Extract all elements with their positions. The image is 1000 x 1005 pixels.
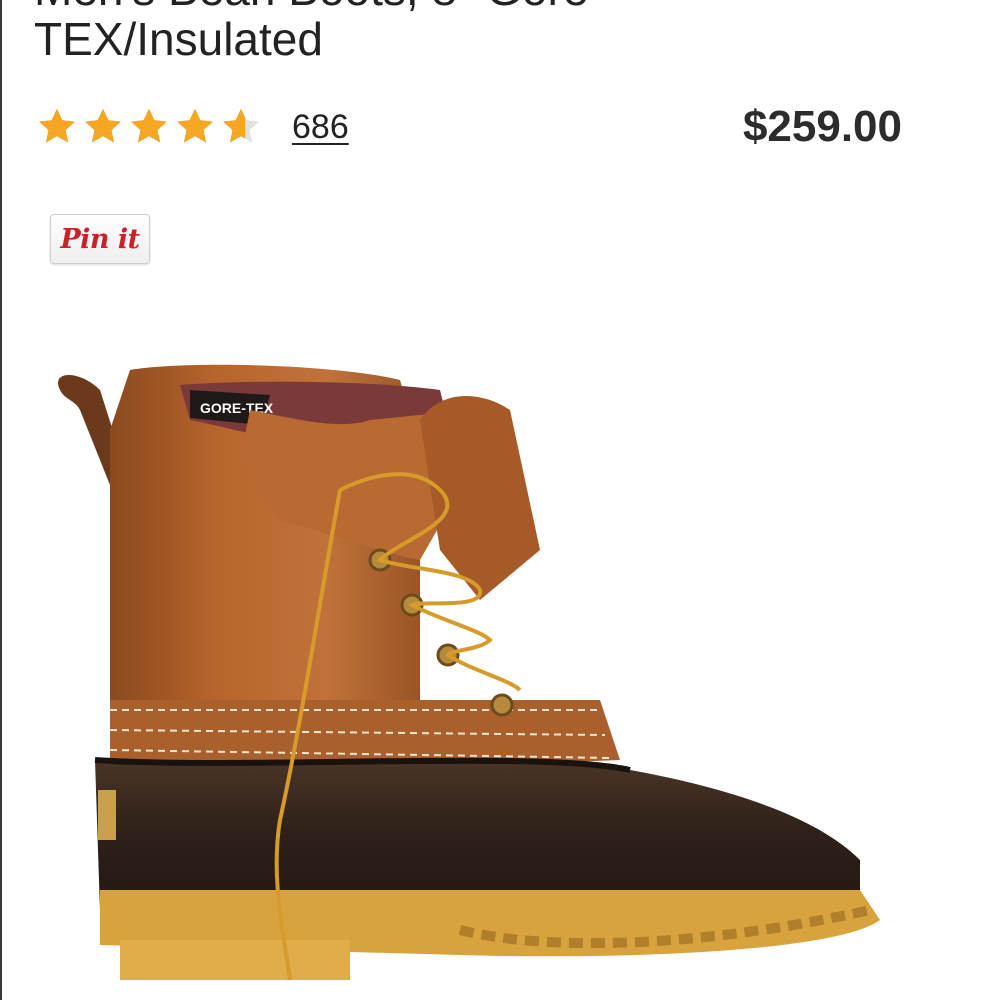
pin-it-label: Pin it (60, 223, 140, 255)
pin-it-button[interactable]: Pin it (50, 214, 150, 264)
star-rating[interactable] (36, 106, 262, 148)
star-icon (130, 108, 168, 143)
star-icon (222, 108, 260, 143)
rating-row: 686 (36, 104, 349, 150)
product-price: $259.00 (742, 102, 902, 151)
star-icon (176, 108, 214, 143)
heel-badge (98, 790, 116, 840)
boot-heel (120, 940, 350, 980)
page-edge-rule (0, 0, 2, 1000)
product-title-line-2: TEX/Insulated (34, 13, 323, 65)
star-icon (38, 108, 76, 143)
boot-illustration: GORE-TEX (58, 364, 880, 981)
star-icon (84, 108, 122, 143)
eyelet (490, 693, 514, 717)
rubber-shell (95, 760, 860, 910)
product-image: GORE-TEX (40, 350, 890, 1000)
review-count-link[interactable]: 686 (292, 108, 349, 147)
